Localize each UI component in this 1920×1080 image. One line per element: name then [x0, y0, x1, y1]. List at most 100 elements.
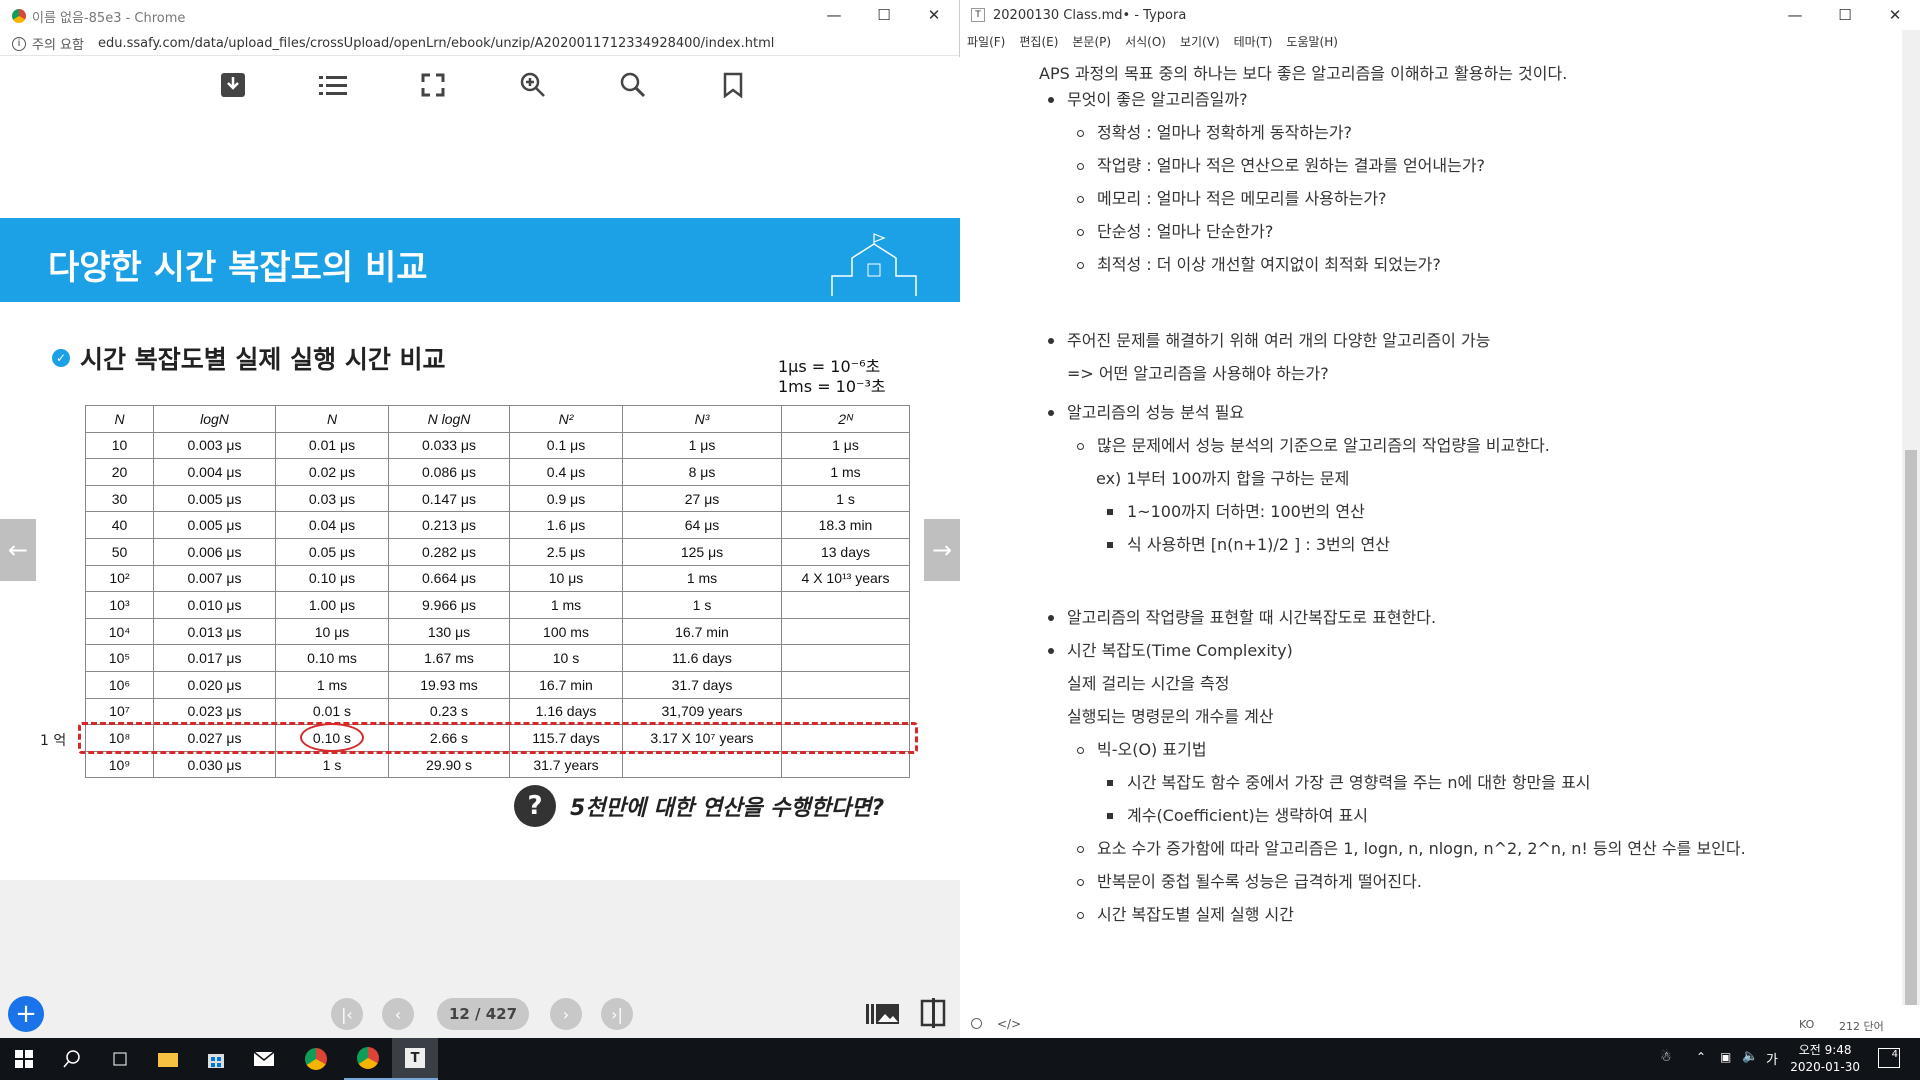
table-cell: 0.664 μs	[388, 564, 510, 593]
doc-line[interactable]: 반복문이 중첩 될수록 성능은 급격하게 떨어진다.	[1097, 872, 1422, 892]
clock[interactable]: 오전 9:48 2020-01-30	[1790, 1042, 1860, 1076]
unit-ms: 1ms = 10⁻³초	[778, 377, 886, 396]
close-button[interactable]: ✕	[909, 0, 959, 30]
doc-line[interactable]: 많은 문제에서 성능 분석의 기준으로 알고리즘의 작업량을 비교한다.	[1097, 436, 1550, 456]
highlight-circle	[300, 723, 364, 752]
doc-line[interactable]: 작업량 : 얼마나 적은 연산으로 원하는 결과를 얻어내는가?	[1097, 156, 1485, 176]
next-page-icon[interactable]: ›	[550, 998, 582, 1030]
next-slide-arrow-icon[interactable]: →	[924, 519, 960, 581]
search-icon[interactable]	[618, 70, 648, 100]
doc-line[interactable]: 정확성 : 얼마나 정확하게 동작하는가?	[1097, 123, 1352, 143]
last-page-icon[interactable]: ›|	[601, 998, 633, 1030]
outline-toggle-icon[interactable]	[971, 1018, 982, 1029]
doc-line[interactable]: APS 과정의 목표 중의 하나는 보다 좋은 알고리즘을 이해하고 활용하는 …	[1039, 64, 1567, 84]
doc-line[interactable]: ex) 1부터 100까지 합을 구하는 문제	[1096, 469, 1349, 489]
doc-line[interactable]: 요소 수가 증가함에 따라 알고리즘은 1, logn, n, nlogn, n…	[1097, 839, 1746, 859]
bookmark-icon[interactable]	[718, 70, 748, 100]
maximize-button[interactable]: ☐	[1820, 0, 1870, 30]
table-cell: 1 ms	[509, 591, 623, 619]
doc-line[interactable]: => 어떤 알고리즘을 사용해야 하는가?	[1067, 364, 1329, 384]
add-icon[interactable]: +	[8, 996, 44, 1032]
table-cell	[781, 670, 910, 699]
info-icon[interactable]: i	[12, 36, 26, 51]
table-cell	[781, 697, 910, 726]
doc-line[interactable]: 1~100까지 더하면: 100번의 연산	[1127, 502, 1365, 522]
doc-line[interactable]: 빅-오(O) 표기법	[1097, 740, 1207, 760]
typora-window: T 20200130 Class.md• - Typora — ☐ ✕ 파일(F…	[961, 0, 1920, 1038]
table-cell: 0.013 μs	[153, 617, 276, 646]
address-bar[interactable]: i 주의 요함 edu.ssafy.com/data/upload_files/…	[0, 32, 959, 56]
fullscreen-icon[interactable]	[418, 70, 448, 100]
mail-icon[interactable]	[240, 1038, 288, 1080]
doc-line[interactable]: 단순성 : 얼마나 단순한가?	[1097, 222, 1273, 242]
bullet-icon	[1077, 163, 1084, 170]
prev-slide-arrow-icon[interactable]: ←	[0, 519, 36, 581]
school-icon	[831, 233, 917, 296]
scrollbar-thumb[interactable]	[1905, 450, 1917, 1005]
download-icon[interactable]	[218, 70, 248, 100]
header-cell: logN	[153, 405, 276, 433]
people-icon[interactable]: ☃	[1660, 1050, 1672, 1065]
minimize-button[interactable]: —	[1770, 0, 1820, 30]
table-row: 10³ 0.010 μs 1.00 μs 9.966 μs 1 ms 1 s	[85, 591, 910, 619]
doc-line[interactable]: 실제 걸리는 시간을 측정	[1067, 674, 1229, 694]
slide-subtitle: ✓ 시간 복잡도별 실제 실행 시간 비교	[52, 340, 446, 376]
status-language[interactable]: KO	[1799, 1018, 1814, 1031]
security-label[interactable]: 주의 요함	[32, 34, 84, 53]
doc-line[interactable]: 시간 복잡도 함수 중에서 가장 큰 영향력을 주는 n에 대한 항만을 표시	[1127, 773, 1591, 793]
doc-line[interactable]: 메모리 : 얼마나 적은 메모리를 사용하는가?	[1097, 189, 1387, 209]
scrollbar[interactable]	[1902, 30, 1920, 1005]
url-text[interactable]: edu.ssafy.com/data/upload_files/crossUpl…	[98, 36, 774, 51]
table-cell: 1.6 μs	[509, 511, 623, 539]
source-mode-icon[interactable]: </>	[997, 1017, 1021, 1031]
store-icon[interactable]	[192, 1038, 240, 1080]
gallery-icon[interactable]	[866, 1002, 900, 1030]
list-icon[interactable]	[318, 70, 348, 100]
doc-line[interactable]: 시간 복잡도별 실제 실행 시간	[1097, 905, 1294, 925]
search-icon[interactable]	[48, 1038, 96, 1080]
table-row: 30 0.005 μs 0.03 μs 0.147 μs 0.9 μs 27 μs 1 s	[85, 484, 910, 513]
doc-line[interactable]: 주어진 문제를 해결하기 위해 여러 개의 다양한 알고리즘이 가능	[1067, 331, 1490, 351]
ime-indicator[interactable]: 가	[1766, 1049, 1778, 1068]
doc-line[interactable]: 알고리즘의 성능 분석 필요	[1067, 403, 1244, 423]
network-icon[interactable]: ▣	[1720, 1050, 1731, 1064]
word-count[interactable]: 212 단어	[1839, 1018, 1884, 1034]
chrome-taskbar-icon[interactable]	[292, 1038, 340, 1080]
minimize-button[interactable]: —	[809, 0, 859, 30]
doc-line[interactable]: 식 사용하면 [n(n+1)/2 ] : 3번의 연산	[1127, 535, 1390, 555]
document-body[interactable]: APS 과정의 목표 중의 하나는 보다 좋은 알고리즘을 이해하고 활용하는 …	[961, 42, 1901, 1002]
zoom-in-icon[interactable]	[518, 70, 548, 100]
task-view-icon[interactable]	[96, 1038, 144, 1080]
prev-page-icon[interactable]: ‹	[382, 998, 414, 1030]
notification-icon[interactable]: 4	[1878, 1048, 1900, 1068]
clock-time[interactable]: 오전 9:48	[1790, 1042, 1860, 1059]
maximize-button[interactable]: ☐	[859, 0, 909, 30]
doc-line[interactable]: 최적성 : 더 이상 개선할 여지없이 최적화 되었는가?	[1097, 255, 1441, 275]
table-cell: 1.16 days	[509, 697, 623, 726]
table-cell: 19.93 ms	[388, 670, 510, 699]
start-button[interactable]	[0, 1038, 48, 1080]
split-view-icon[interactable]	[920, 998, 948, 1032]
doc-line[interactable]: 계수(Coefficient)는 생략하여 표시	[1127, 806, 1368, 826]
first-page-icon[interactable]: |‹	[331, 998, 363, 1030]
table-cell: 20	[85, 458, 154, 486]
close-button[interactable]: ✕	[1870, 0, 1920, 30]
typora-taskbar-icon[interactable]: T	[392, 1038, 438, 1080]
doc-line[interactable]: 무엇이 좋은 알고리즘일까?	[1067, 90, 1248, 110]
table-cell: 50	[85, 537, 154, 566]
table-cell: 10³	[85, 591, 154, 619]
doc-line[interactable]: 알고리즘의 작업량을 표현할 때 시간복잡도로 표현한다.	[1067, 608, 1436, 628]
tray-chevron-icon[interactable]: ⌃	[1696, 1050, 1706, 1064]
volume-icon[interactable]: 🔈	[1742, 1049, 1758, 1064]
file-explorer-icon[interactable]	[144, 1038, 192, 1080]
page-indicator[interactable]: 12 / 427	[437, 998, 529, 1030]
chrome-active-taskbar-icon[interactable]	[344, 1038, 392, 1080]
clock-date[interactable]: 2020-01-30	[1790, 1059, 1860, 1076]
table-cell: 30	[85, 484, 154, 513]
header-cell: N logN	[388, 405, 510, 433]
table-cell: 40	[85, 511, 154, 539]
doc-line[interactable]: 시간 복잡도(Time Complexity)	[1067, 641, 1293, 661]
table-cell: 0.23 s	[388, 697, 510, 726]
table-cell: 64 μs	[622, 511, 782, 539]
doc-line[interactable]: 실행되는 명령문의 개수를 계산	[1067, 707, 1274, 727]
